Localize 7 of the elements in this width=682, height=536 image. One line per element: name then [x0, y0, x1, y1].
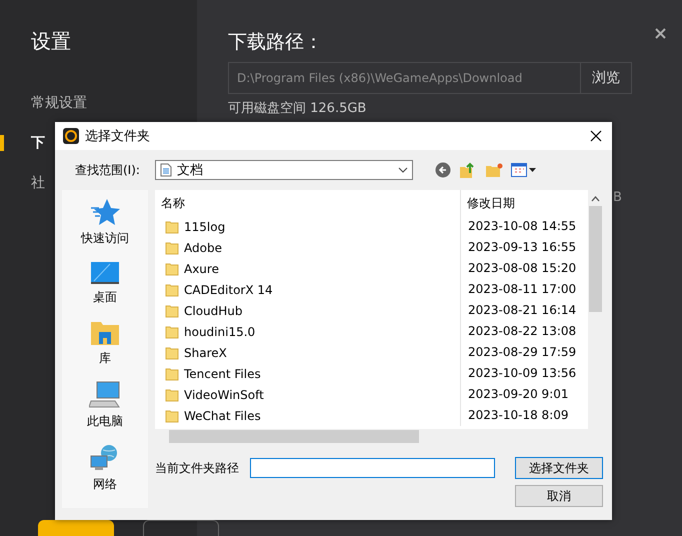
- path-label: 当前文件夹路径: [155, 460, 240, 476]
- settings-title: 设置: [31, 28, 72, 55]
- disk-space-text: 可用磁盘空间 126.5GB: [228, 101, 366, 117]
- section-heading: 下载路径：: [228, 30, 323, 54]
- dialog-title: 选择文件夹: [85, 128, 151, 145]
- partial-text: B: [613, 190, 622, 206]
- look-in-label: 查找范围(I):: [75, 162, 141, 178]
